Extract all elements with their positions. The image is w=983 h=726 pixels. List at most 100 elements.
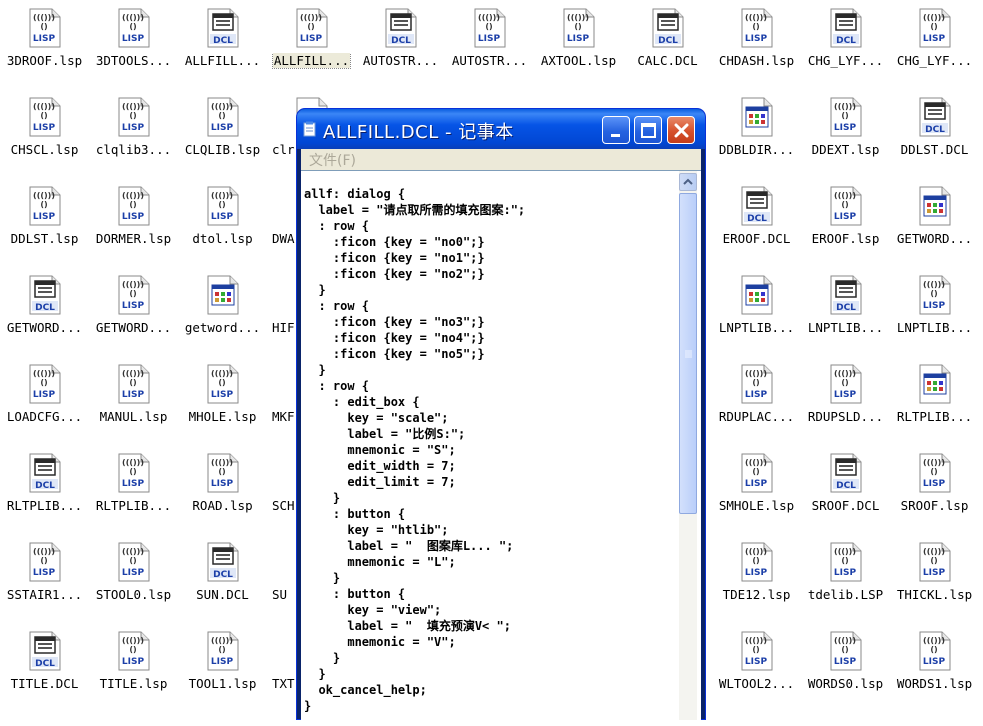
file-item[interactable]: DCL SROOF.DCL [801,449,890,529]
file-item[interactable]: DCL CHG_LYF... [801,4,890,84]
svg-text:DCL: DCL [35,659,55,669]
file-item[interactable]: ((()))() LISP DDEXT.lsp [801,93,890,173]
file-item[interactable]: ((()))() LISP 3DTOOLS... [89,4,178,84]
file-item[interactable]: ((()))() LISP SSTAIR1... [0,538,89,618]
file-item[interactable]: ((()))() LISP SMHOLE.lsp [712,449,801,529]
svg-text:(): () [485,22,492,31]
file-item[interactable]: ((()))() LISP SROOF.lsp [890,449,979,529]
file-item[interactable]: ((()))() LISP RDUPLAC... [712,360,801,440]
file-item[interactable]: DCL EROOF.DCL [712,182,801,262]
svg-text:(): () [930,556,937,565]
scroll-up-button[interactable] [679,173,697,191]
file-item[interactable]: ((()))() LISP ROAD.lsp [178,449,267,529]
file-item[interactable]: ((()))() LISP WORDS1.lsp [890,627,979,707]
svg-text:LISP: LISP [478,34,501,44]
svg-text:(): () [752,467,759,476]
svg-text:((())): ((())) [122,369,144,378]
file-item[interactable]: DCL GETWORD... [0,271,89,351]
file-item[interactable]: DCL CALC.DCL [623,4,712,84]
svg-text:(): () [752,22,759,31]
svg-text:LISP: LISP [122,390,145,400]
svg-text:((())): ((())) [122,636,144,645]
file-item[interactable]: DCL TITLE.DCL [0,627,89,707]
file-item[interactable]: ((()))() LISP WLTOOL2... [712,627,801,707]
dcl-file-icon: DCL [28,275,62,315]
file-item[interactable]: ((()))() LISP AUTOSTR... [445,4,534,84]
file-item[interactable]: ((()))() LISP clqlib3... [89,93,178,173]
file-item[interactable]: ((()))() LISP TDE12.lsp [712,538,801,618]
file-item[interactable]: ((()))() LISP AXTOOL.lsp [534,4,623,84]
file-item[interactable]: DDBLDIR... [712,93,801,173]
file-item[interactable]: ((()))() LISP TITLE.lsp [89,627,178,707]
svg-text:LISP: LISP [834,212,857,222]
file-item[interactable]: ((()))() LISP 3DROOF.lsp [0,4,89,84]
menu-file[interactable]: 文件(F) [309,150,356,170]
file-item[interactable]: ((()))() LISP CHDASH.lsp [712,4,801,84]
svg-text:(): () [841,378,848,387]
file-item[interactable]: ((()))() LISP CHSCL.lsp [0,93,89,173]
lisp-file-icon: ((()))() LISP [740,364,774,404]
svg-text:(): () [40,200,47,209]
svg-text:(): () [752,556,759,565]
title-bar[interactable]: ALLFILL.DCL - 记事本 [297,109,705,149]
file-name: EROOF.lsp [811,231,880,246]
file-item[interactable]: ((()))() LISP LNPTLIB... [890,271,979,351]
file-item[interactable]: ((()))() LISP STOOL0.lsp [89,538,178,618]
file-item[interactable]: ((()))() LISP TOOL1.lsp [178,627,267,707]
svg-text:(): () [218,111,225,120]
file-item[interactable]: LNPTLIB... [712,271,801,351]
svg-text:LISP: LISP [834,568,857,578]
lisp-file-icon: ((()))() LISP [28,8,62,48]
svg-text:DCL: DCL [836,481,856,491]
file-item[interactable]: ((()))() LISP LOADCFG... [0,360,89,440]
file-item[interactable]: ((()))() LISP MANUL.lsp [89,360,178,440]
dcl-file-icon: DCL [918,97,952,137]
file-item[interactable]: ((()))() LISP RLTPLIB... [89,449,178,529]
notepad-window[interactable]: ALLFILL.DCL - 记事本 文件(F) allf: dialog { l… [297,109,705,720]
svg-text:((())): ((())) [33,191,55,200]
file-item[interactable]: GETWORD... [890,182,979,262]
editor-text[interactable]: allf: dialog { label = "请点取所需的填充图案:"; : … [304,186,674,726]
dcl-file-icon: DCL [384,8,418,48]
svg-text:(): () [129,378,136,387]
file-name: LNPTLIB... [807,320,884,335]
file-item[interactable]: ((()))() LISP DORMER.lsp [89,182,178,262]
minimize-button[interactable] [602,116,630,144]
file-name: SSTAIR1... [6,587,83,602]
file-item[interactable]: ((()))() LISP GETWORD... [89,271,178,351]
file-item[interactable]: ((()))() LISP CHG_LYF... [890,4,979,84]
svg-text:(): () [129,645,136,654]
file-item[interactable]: ((()))() LISP ALLFILL... [267,4,356,84]
file-item[interactable]: ((()))() LISP EROOF.lsp [801,182,890,262]
close-button[interactable] [667,116,695,144]
file-name: AUTOSTR... [451,53,528,68]
file-item[interactable]: RLTPLIB... [890,360,979,440]
file-item[interactable]: ((()))() LISP RDUPSLD... [801,360,890,440]
file-item[interactable]: getword... [178,271,267,351]
lisp-file-icon: ((()))() LISP [117,8,151,48]
scroll-thumb[interactable] [679,193,697,514]
svg-text:(): () [930,645,937,654]
file-item[interactable]: ((()))() LISP WORDS0.lsp [801,627,890,707]
file-name: WORDS1.lsp [896,676,973,691]
file-item[interactable]: DCL AUTOSTR... [356,4,445,84]
file-item[interactable]: ((()))() LISP DDLST.lsp [0,182,89,262]
file-item[interactable]: DCL DDLST.DCL [890,93,979,173]
file-item[interactable]: ((()))() LISP MHOLE.lsp [178,360,267,440]
lisp-file-icon: ((()))() LISP [117,631,151,671]
lisp-file-icon: ((()))() LISP [740,631,774,671]
file-name: LOADCFG... [6,409,83,424]
vertical-scrollbar[interactable] [679,171,697,720]
file-item[interactable]: DCL ALLFILL... [178,4,267,84]
file-item[interactable]: DCL RLTPLIB... [0,449,89,529]
file-item[interactable]: ((()))() LISP tdelib.LSP [801,538,890,618]
svg-text:((())): ((())) [567,13,589,22]
file-name: WORDS0.lsp [807,676,884,691]
file-item[interactable]: ((()))() LISP THICKL.lsp [890,538,979,618]
file-item[interactable]: DCL LNPTLIB... [801,271,890,351]
file-item[interactable]: ((()))() LISP dtol.lsp [178,182,267,262]
maximize-button[interactable] [634,116,662,144]
file-item[interactable]: ((()))() LISP CLQLIB.lsp [178,93,267,173]
text-editor[interactable]: allf: dialog { label = "请点取所需的填充图案:"; : … [301,170,701,720]
file-item[interactable]: DCL SUN.DCL [178,538,267,618]
